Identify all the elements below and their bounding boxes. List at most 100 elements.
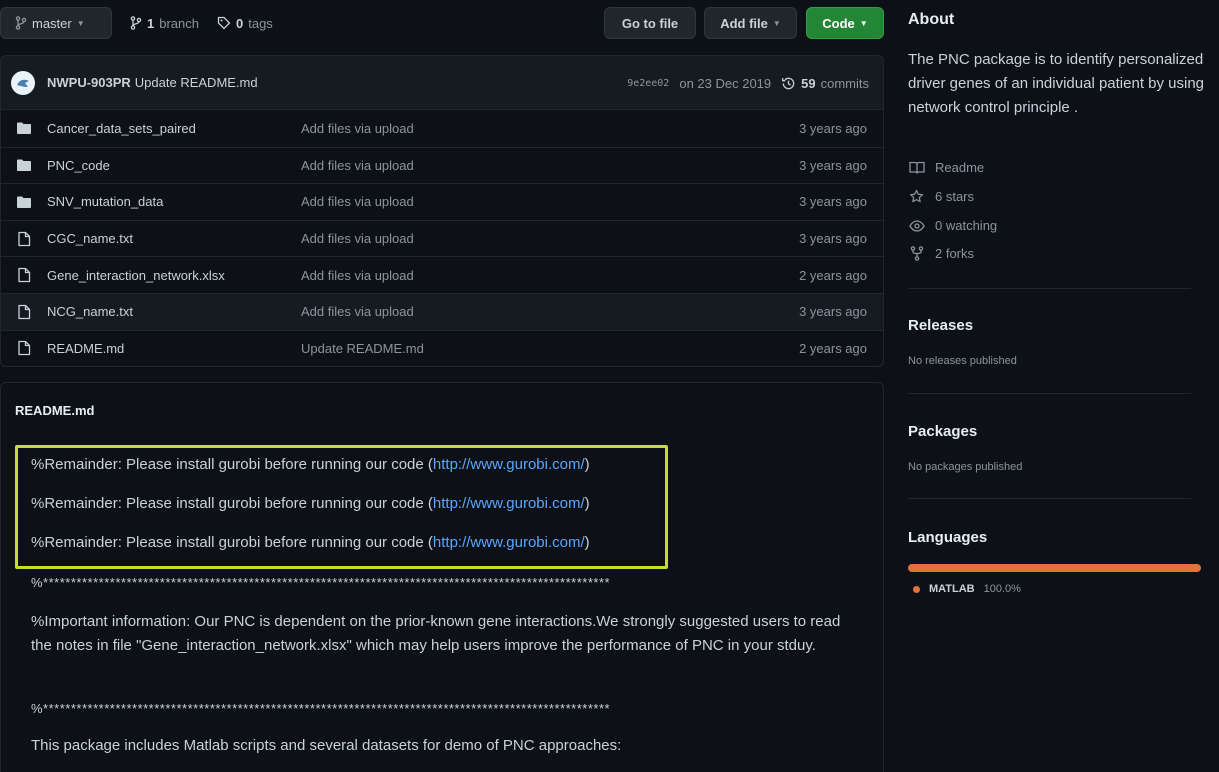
file-browser: NWPU-903PR Update README.md 9e2ee02 on 2… [0, 55, 884, 367]
file-icon [15, 231, 33, 247]
about-title: About [908, 11, 955, 28]
language-bar [908, 564, 1201, 572]
file-icon [15, 267, 33, 283]
tags-label: tags [248, 15, 273, 31]
branch-selector[interactable]: master ▼ [0, 7, 112, 39]
packages-title[interactable]: Packages [908, 423, 977, 440]
forks-link[interactable]: 2 forks [908, 246, 974, 261]
readme-panel: README.md %Remainder: Please install gur… [0, 382, 884, 772]
language-item[interactable]: MATLAB 100.0% [913, 583, 1021, 595]
file-row[interactable]: README.md Update README.md 2 years ago [1, 329, 883, 366]
forks-label: 2 forks [935, 246, 975, 261]
file-row[interactable]: CGC_name.txt Add files via upload 3 years … [1, 219, 883, 257]
file-row[interactable]: NCG_name.txt Add files via upload 3 years … [1, 292, 883, 330]
file-name[interactable]: README.md [47, 341, 302, 356]
history-icon [781, 76, 796, 91]
code-button[interactable]: Code ▼ [806, 7, 884, 39]
readme-link[interactable]: Readme [908, 160, 984, 175]
reminder-text: %Remainder: Please install gurobi before… [31, 456, 433, 473]
gurobi-link[interactable]: http://www.gurobi.com/ [433, 495, 585, 512]
gurobi-link[interactable]: http://www.gurobi.com/ [433, 534, 585, 551]
file-age: 2 years ago [799, 267, 867, 283]
language-percent: 100.0% [983, 583, 1021, 595]
file-age: 3 years ago [799, 194, 867, 210]
folder-icon [15, 121, 33, 135]
commits-label: commits [820, 75, 869, 91]
file-icon [15, 340, 33, 356]
go-to-file-button[interactable]: Go to file [604, 7, 696, 39]
commit-author[interactable]: NWPU-903PR [47, 75, 131, 90]
branches-label: branch [159, 15, 199, 31]
file-name[interactable]: SNV_mutation_data [47, 194, 302, 209]
commits-link[interactable]: 59 commits [781, 76, 869, 91]
latest-commit-bar: NWPU-903PR Update README.md 9e2ee02 on 2… [1, 56, 883, 110]
file-age: 3 years ago [799, 120, 867, 136]
file-commit-message[interactable]: Add files via upload [301, 121, 414, 136]
add-file-label: Add file [720, 15, 768, 31]
file-name[interactable]: PNC_code [47, 158, 302, 173]
folder-icon [15, 158, 33, 172]
stars-label: 6 stars [935, 189, 975, 204]
sidebar-divider [908, 498, 1191, 499]
file-commit-message[interactable]: Add files via upload [301, 194, 414, 209]
file-icon [15, 304, 33, 320]
file-name[interactable]: Gene_interaction_network.xlsx [47, 268, 302, 283]
stars-link[interactable]: 6 stars [908, 189, 974, 204]
file-name[interactable]: CGC_name.txt [47, 231, 302, 246]
chevron-down-icon: ▼ [76, 18, 85, 28]
reminder-line: %Remainder: Please install gurobi before… [31, 534, 590, 551]
file-row[interactable]: PNC_code Add files via upload 3 years ago [1, 146, 883, 184]
releases-note: No releases published [908, 355, 1017, 367]
file-row[interactable]: Gene_interaction_network.xlsx Add files v… [1, 256, 883, 293]
reminder-line: %Remainder: Please install gurobi before… [31, 495, 590, 512]
watching-link[interactable]: 0 watching [908, 218, 997, 233]
file-commit-message[interactable]: Add files via upload [301, 268, 414, 283]
code-label: Code [822, 15, 855, 31]
important-info: %Important information: Our PNC is depen… [31, 613, 841, 654]
eye-icon [908, 219, 925, 232]
file-age: 3 years ago [799, 304, 867, 320]
star-icon [908, 189, 925, 204]
file-age: 3 years ago [799, 157, 867, 173]
branches-link[interactable]: 1 branch [130, 7, 199, 39]
sidebar-divider [908, 393, 1191, 394]
file-commit-message[interactable]: Add files via upload [301, 158, 414, 173]
tags-link[interactable]: 0 tags [217, 7, 273, 39]
file-row[interactable]: SNV_mutation_data Add files via upload 3 y… [1, 183, 883, 220]
file-commit-message[interactable]: Add files via upload [301, 304, 414, 319]
reminder-close: ) [584, 495, 590, 512]
commit-date: on 23 Dec 2019 [679, 75, 772, 91]
watching-label: 0 watching [935, 218, 998, 233]
branch-icon [15, 16, 27, 30]
gurobi-link[interactable]: http://www.gurobi.com/ [433, 456, 585, 473]
readme-title: README.md [15, 402, 95, 418]
commits-count: 59 [801, 75, 816, 91]
languages-title: Languages [908, 529, 988, 546]
about-description: The PNC package is to identify personali… [908, 51, 1205, 116]
file-age: 3 years ago [799, 231, 867, 247]
go-to-file-label: Go to file [621, 15, 679, 31]
folder-icon [15, 195, 33, 209]
commit-sha[interactable]: 9e2ee02 [627, 78, 669, 89]
releases-title[interactable]: Releases [908, 317, 973, 334]
commit-message[interactable]: Update README.md [135, 75, 258, 90]
file-commit-message[interactable]: Update README.md [301, 341, 424, 356]
fork-icon [908, 246, 925, 261]
reminder-close: ) [584, 456, 590, 473]
commit-meta: 9e2ee02 on 23 Dec 2019 59 commits [627, 56, 869, 110]
language-name: MATLAB [929, 583, 975, 595]
file-name[interactable]: Cancer_data_sets_paired [47, 121, 302, 136]
avatar[interactable] [11, 70, 35, 95]
branches-count: 1 [147, 15, 155, 31]
readme-label: Readme [935, 160, 985, 175]
tag-icon [217, 16, 231, 30]
file-row[interactable]: Cancer_data_sets_paired Add files via upl… [1, 110, 883, 147]
reminder-close: ) [584, 534, 590, 551]
add-file-button[interactable]: Add file ▼ [704, 7, 797, 39]
file-commit-message[interactable]: Add files via upload [301, 231, 414, 246]
reminder-line: %Remainder: Please install gurobi before… [31, 456, 590, 473]
reminder-text: %Remainder: Please install gurobi before… [31, 534, 433, 551]
sidebar-divider [908, 288, 1191, 289]
separator-stars: %***************************************… [31, 701, 611, 716]
file-name[interactable]: NCG_name.txt [47, 304, 302, 319]
